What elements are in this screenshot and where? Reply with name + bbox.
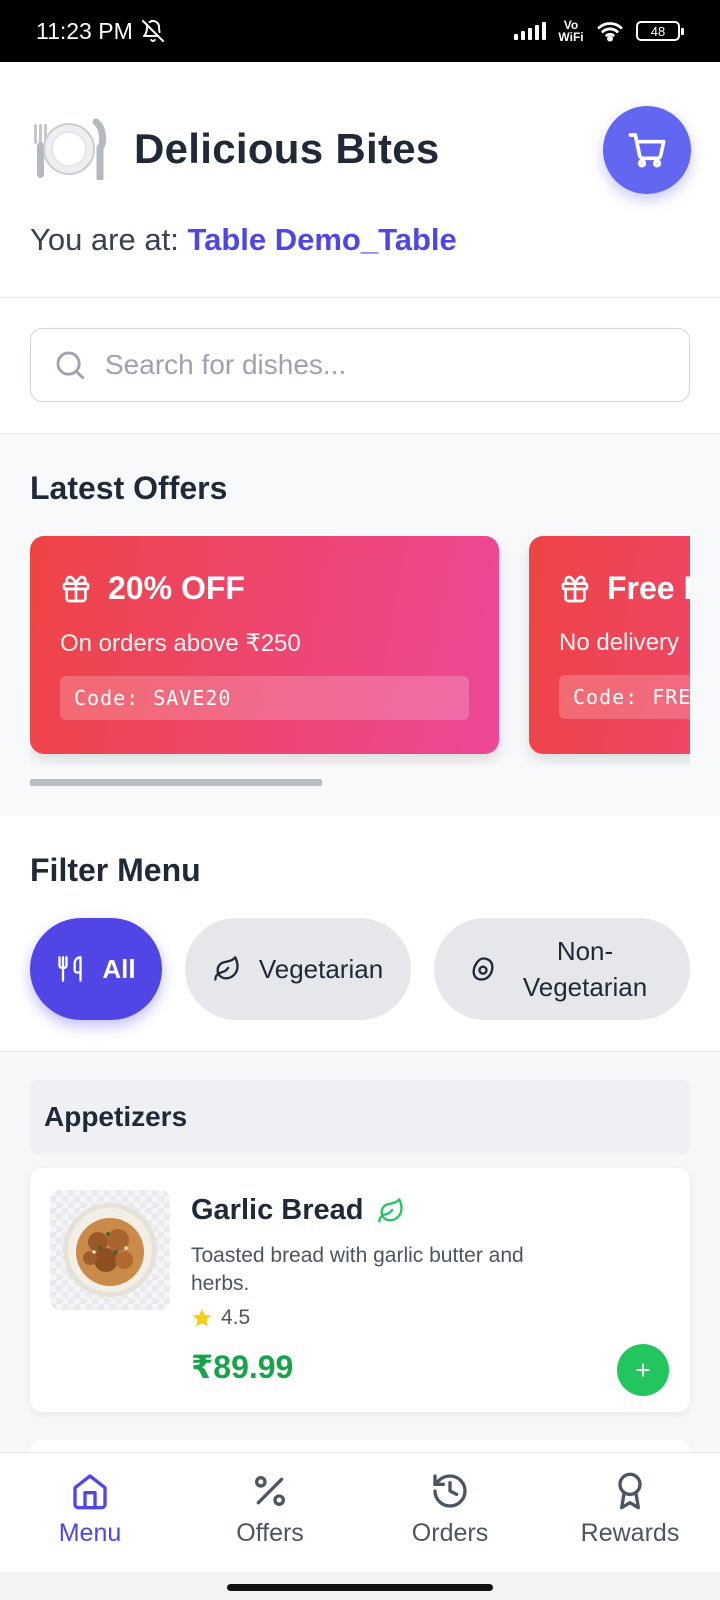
nav-item-rewards[interactable]: Rewards <box>540 1453 720 1572</box>
egg-icon <box>472 957 494 981</box>
offers-title: Latest Offers <box>30 470 228 506</box>
offer-code-box: Code: FRE <box>559 675 690 719</box>
nav-label: Offers <box>236 1519 304 1547</box>
utensils-icon <box>58 956 83 982</box>
offer-code-box: Code: SAVE20 <box>60 676 469 720</box>
offer-code-label: Code: <box>74 686 140 710</box>
offer-description: No delivery <box>559 629 680 656</box>
category-header: Appetizers <box>30 1080 690 1154</box>
status-time-group: 11:23 PM <box>36 18 165 45</box>
vowifi-label: Vo WiFi <box>558 18 584 44</box>
award-icon <box>618 1472 642 1510</box>
bell-off-icon <box>141 20 164 42</box>
nav-label: Orders <box>411 1519 489 1547</box>
battery-level: 48 <box>650 23 666 39</box>
filter-chip-vegetarian[interactable]: Vegetarian <box>185 918 411 1020</box>
app-title: Delicious Bites <box>134 125 440 172</box>
signal-icon <box>514 22 546 40</box>
search-box[interactable] <box>30 328 690 402</box>
battery-icon: 48 <box>636 21 684 41</box>
item-name: Garlic Bread <box>191 1194 364 1226</box>
search-input[interactable] <box>105 349 645 381</box>
filter-chip-label: All <box>102 953 136 984</box>
veg-leaf-icon <box>378 1197 404 1223</box>
menu-section: Appetizers Garlic Bread Toasted bread wi… <box>0 1052 720 1460</box>
gift-icon <box>62 575 90 602</box>
offers-scrollbar[interactable] <box>30 779 690 786</box>
search-section <box>0 298 720 434</box>
scrollbar-thumb[interactable] <box>30 779 322 786</box>
offer-card[interactable]: Free D No delivery Code: FRE <box>529 536 690 754</box>
offers-carousel[interactable]: 20% OFF On orders above ₹250 Code: SAVE2… <box>30 536 690 766</box>
add-to-cart-button[interactable]: + <box>617 1344 669 1396</box>
offer-code: FRE <box>652 685 690 709</box>
wifi-icon <box>597 22 623 42</box>
menu-item-card[interactable]: Garlic Bread Toasted bread with garlic b… <box>30 1168 690 1412</box>
bottom-nav: Menu Offers Orders Rewards <box>0 1452 720 1572</box>
location-prefix: You are at: <box>30 222 179 257</box>
item-name-row: Garlic Bread <box>191 1194 405 1227</box>
nav-item-orders[interactable]: Orders <box>360 1453 540 1572</box>
leaf-icon <box>213 956 239 981</box>
offer-code: SAVE20 <box>153 686 232 710</box>
filter-chip-label: Vegetarian <box>258 953 384 984</box>
plate-cutlery-icon <box>30 118 108 180</box>
rating-value: 4.5 <box>221 1306 251 1329</box>
table-location: You are at: Table Demo_Table <box>30 222 457 258</box>
category-title: Appetizers <box>44 1101 188 1132</box>
filter-chip-non-vegetarian[interactable]: Non-Vegetarian <box>434 918 690 1020</box>
offer-description: On orders above ₹250 <box>60 630 301 657</box>
status-bar: 11:23 PM Vo WiFi 48 <box>0 0 720 62</box>
offer-code-label: Code: <box>573 685 639 709</box>
app-header: Delicious Bites You are at: Table Demo_T… <box>0 62 720 298</box>
offer-card[interactable]: 20% OFF On orders above ₹250 Code: SAVE2… <box>30 536 499 754</box>
offer-title: 20% OFF <box>108 570 245 606</box>
plus-icon: + <box>635 1354 651 1385</box>
percent-icon <box>254 1476 285 1506</box>
filter-chip-label: Non-Vegetarian <box>522 936 648 1002</box>
table-name: Table Demo_Table <box>187 222 457 257</box>
item-description: Toasted bread with garlic butter and her… <box>191 1244 524 1295</box>
cart-icon <box>628 133 666 168</box>
status-indicators: Vo WiFi 48 <box>514 18 684 44</box>
home-icon <box>73 1474 107 1510</box>
search-icon <box>56 351 85 380</box>
nav-label: Rewards <box>580 1519 680 1547</box>
nav-item-offers[interactable]: Offers <box>180 1453 360 1572</box>
cart-button[interactable] <box>603 106 691 194</box>
dish-image <box>50 1190 170 1310</box>
offer-title: Free D <box>607 570 690 606</box>
star-icon <box>192 1308 212 1327</box>
filter-section: Filter Menu All Vegetarian Non-Vegetaria… <box>0 816 720 1052</box>
history-icon <box>433 1474 467 1508</box>
offer-header: 20% OFF <box>60 570 469 607</box>
nav-label: Menu <box>58 1519 122 1547</box>
offers-section: Latest Offers 20% OFF On orders above ₹2… <box>0 434 720 816</box>
status-time: 11:23 PM <box>36 17 133 44</box>
brand: Delicious Bites <box>30 118 440 180</box>
nav-item-menu[interactable]: Menu <box>0 1453 180 1572</box>
filter-title: Filter Menu <box>30 852 201 888</box>
offer-header: Free D <box>559 570 690 607</box>
item-rating: 4.5 <box>191 1306 250 1330</box>
gift-icon <box>561 575 589 602</box>
filter-chip-all[interactable]: All <box>30 918 162 1020</box>
item-price: ₹89.99 <box>191 1349 294 1385</box>
home-indicator[interactable] <box>227 1584 493 1591</box>
